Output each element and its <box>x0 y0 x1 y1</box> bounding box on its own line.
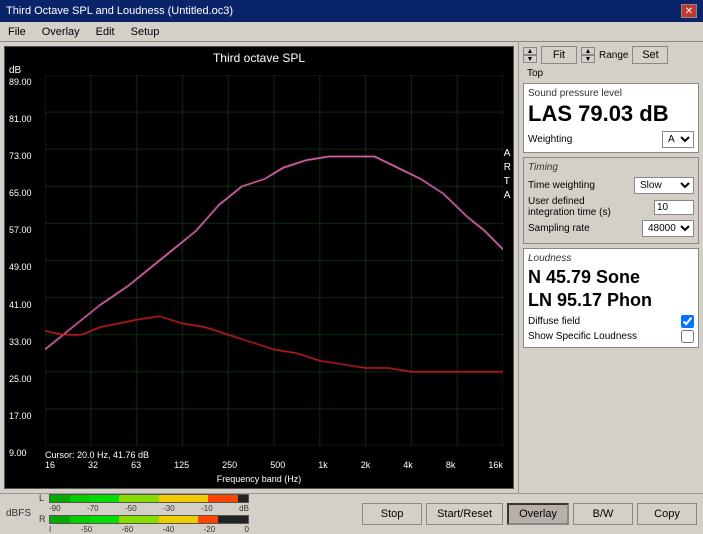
dbfs-label: dBFS <box>6 508 31 519</box>
sampling-select[interactable]: 441004800096000 <box>642 220 694 237</box>
time-weighting-select[interactable]: SlowFastImpulse <box>634 177 694 194</box>
integration-label: User defined integration time (s) <box>528 196 654 218</box>
r-meter <box>49 515 249 524</box>
chart-title: Third octave SPL <box>5 47 513 65</box>
spl-value: LAS 79.03 dB <box>528 101 694 127</box>
loudness-box: Loudness N 45.79 Sone LN 95.17 Phon Diff… <box>523 248 699 348</box>
range-down-btn[interactable]: ▼ <box>581 55 595 63</box>
menu-file[interactable]: File <box>4 25 30 39</box>
top-down-btn[interactable]: ▼ <box>523 55 537 63</box>
diffuse-checkbox[interactable] <box>681 315 694 328</box>
meter-group: L -90-70-50-30-10dB R <box>39 493 249 534</box>
chart-db-label: dB <box>9 65 21 76</box>
loudness-value1: N 45.79 Sone <box>528 266 694 289</box>
title-bar: Third Octave SPL and Loudness (Untitled.… <box>0 0 703 22</box>
start-reset-button[interactable]: Start/Reset <box>426 503 503 525</box>
menu-setup[interactable]: Setup <box>127 25 164 39</box>
loudness-title: Loudness <box>528 253 694 264</box>
spl-label: Sound pressure level <box>528 88 694 99</box>
x-axis-title: Frequency band (Hz) <box>5 474 513 484</box>
l-meter <box>49 494 249 503</box>
fit-button[interactable]: Fit <box>541 46 577 64</box>
weighting-select[interactable]: ABCZ <box>662 131 694 148</box>
db-unit-label: dB <box>239 504 249 513</box>
copy-button[interactable]: Copy <box>637 503 697 525</box>
r-channel-label: R <box>39 514 47 524</box>
bottom-bar: dBFS L -90-70-50-30-10dB R <box>0 493 703 533</box>
y-axis-labels: 89.0081.0073.0065.00 57.0049.0041.0033.0… <box>9 77 32 458</box>
chart-arta-label: ARTA <box>504 147 511 203</box>
spl-box: Sound pressure level LAS 79.03 dB Weight… <box>523 83 699 153</box>
l-channel-label: L <box>39 493 47 503</box>
chart-canvas <box>45 75 503 446</box>
range-label: Range <box>599 50 628 61</box>
window-title: Third Octave SPL and Loudness (Untitled.… <box>6 5 233 17</box>
range-up-btn[interactable]: ▲ <box>581 47 595 55</box>
right-panel: ▲ ▼ Fit ▲ ▼ Range Set Top Sound pressure… <box>518 42 703 493</box>
weighting-label: Weighting <box>528 134 572 145</box>
specific-checkbox[interactable] <box>681 330 694 343</box>
top-up-btn[interactable]: ▲ <box>523 47 537 55</box>
time-weighting-label: Time weighting <box>528 180 634 191</box>
diffuse-label: Diffuse field <box>528 316 580 327</box>
chart-area: Third octave SPL dB ARTA 89.0081.0073.00… <box>4 46 514 489</box>
integration-input[interactable] <box>654 200 694 215</box>
loudness-value2: LN 95.17 Phon <box>528 289 694 312</box>
timing-title: Timing <box>528 162 694 173</box>
set-button[interactable]: Set <box>632 46 668 64</box>
timing-section: Timing Time weighting SlowFastImpulse Us… <box>523 157 699 244</box>
stop-button[interactable]: Stop <box>362 503 422 525</box>
specific-label: Show Specific Loudness <box>528 331 637 342</box>
x-axis-labels: 163263125250 5001k2k4k8k16k <box>45 460 503 470</box>
cursor-info: Cursor: 20.0 Hz, 41.76 dB <box>45 450 149 460</box>
top-label: Top <box>527 68 543 79</box>
sampling-label: Sampling rate <box>528 223 642 234</box>
menu-overlay[interactable]: Overlay <box>38 25 84 39</box>
close-button[interactable]: ✕ <box>681 4 697 18</box>
bw-button[interactable]: B/W <box>573 503 633 525</box>
overlay-button[interactable]: Overlay <box>507 503 569 525</box>
menu-bar: File Overlay Edit Setup <box>0 22 703 42</box>
menu-edit[interactable]: Edit <box>92 25 119 39</box>
